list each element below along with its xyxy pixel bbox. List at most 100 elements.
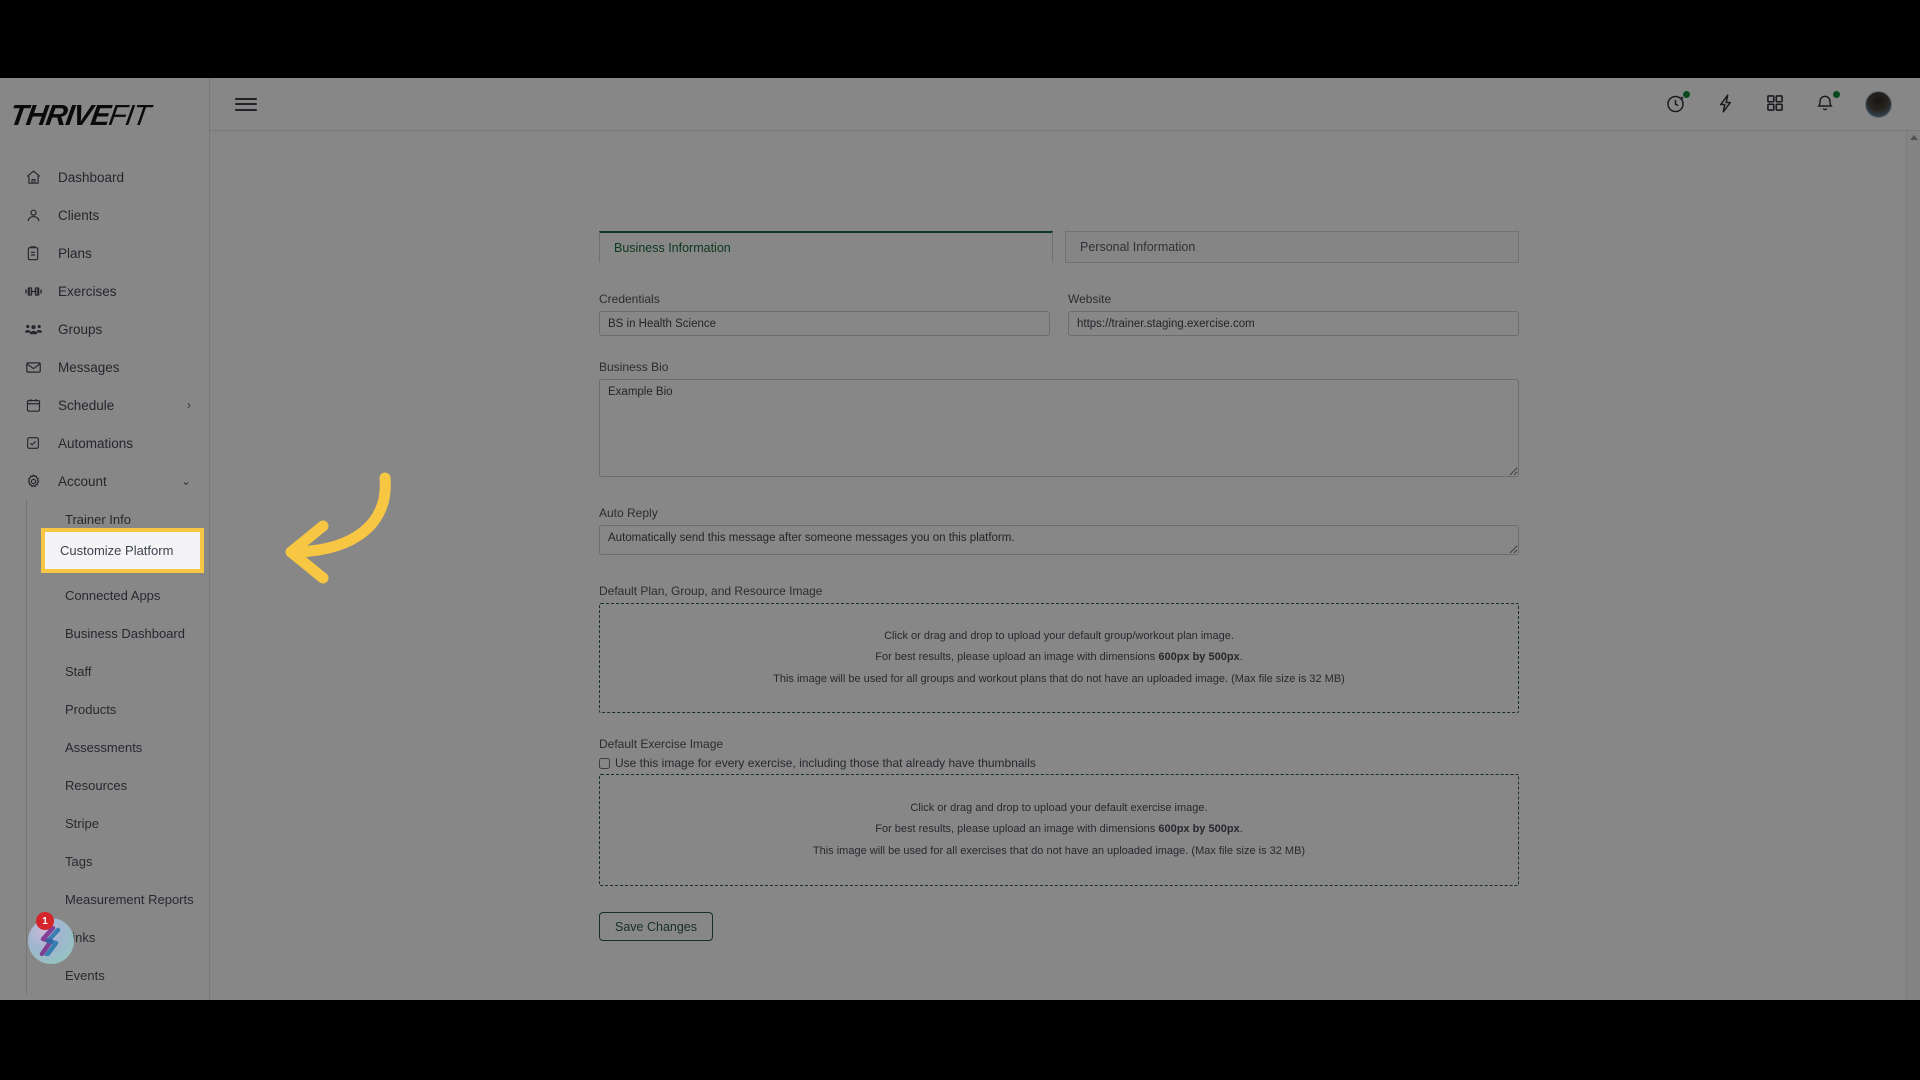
dropzone-line-2-pre: For best results, please upload an image… bbox=[875, 651, 1159, 664]
use-image-every-exercise-label[interactable]: Use this image for every exercise, inclu… bbox=[615, 756, 1036, 770]
website-group: Website bbox=[1068, 292, 1519, 336]
chevron-down-icon: ⌄ bbox=[180, 474, 191, 488]
auto-reply-textarea[interactable] bbox=[599, 525, 1519, 555]
tab-business-information[interactable]: Business Information bbox=[599, 231, 1053, 263]
dropzone-line-2-post: . bbox=[1239, 651, 1243, 664]
use-image-every-exercise-checkbox[interactable] bbox=[599, 758, 610, 769]
save-changes-button[interactable]: Save Changes bbox=[599, 912, 714, 941]
top-bar-actions bbox=[1665, 90, 1920, 118]
brand-logo-bold: THRIVE bbox=[7, 100, 112, 132]
sidebar-subitem-links[interactable]: Links bbox=[63, 918, 209, 956]
sidebar-subitem-assessments[interactable]: Assessments bbox=[63, 728, 209, 766]
credentials-website-row: Credentials Website bbox=[599, 292, 1519, 336]
hamburger-bar bbox=[235, 97, 257, 100]
primary-nav: Dashboard Clients Plans Exercises Groups… bbox=[0, 158, 209, 994]
sidebar-item-groups[interactable]: Groups bbox=[0, 310, 209, 348]
highlighted-sidebar-subitem-customize-platform[interactable]: Customize Platform bbox=[45, 532, 200, 569]
hamburger-icon[interactable] bbox=[235, 94, 257, 114]
dropzone-line-1: Click or drag and drop to upload your de… bbox=[910, 801, 1208, 814]
group-icon bbox=[22, 319, 44, 339]
auto-reply-label: Auto Reply bbox=[599, 506, 658, 520]
screenshot-stage: THRIVEFIT Dashboard Clients Plans Exerci… bbox=[0, 0, 1920, 1080]
sidebar-item-exercises[interactable]: Exercises bbox=[0, 272, 209, 310]
status-dot bbox=[1833, 91, 1840, 98]
dumbbell-icon bbox=[22, 281, 44, 301]
sidebar-item-label: Exercises bbox=[58, 283, 117, 299]
home-icon bbox=[22, 167, 44, 187]
sidebar-subitem-measurement-reports[interactable]: Measurement Reports bbox=[63, 880, 209, 918]
sidebar-item-dashboard[interactable]: Dashboard bbox=[0, 158, 209, 196]
sidebar-subitem-tags[interactable]: Tags bbox=[63, 842, 209, 880]
main-content: Business Information Personal Informatio… bbox=[210, 131, 1920, 1000]
top-bar bbox=[210, 78, 1920, 131]
brand-logo: THRIVEFIT bbox=[7, 100, 209, 133]
notification-bell-icon[interactable] bbox=[1815, 91, 1840, 115]
sidebar-item-label: Messages bbox=[58, 359, 120, 375]
application-window: THRIVEFIT Dashboard Clients Plans Exerci… bbox=[0, 78, 1920, 1000]
sidebar-item-label: Automations bbox=[58, 435, 134, 451]
sidebar-item-label: Dashboard bbox=[58, 169, 125, 185]
dropzone-line-2-pre: For best results, please upload an image… bbox=[875, 823, 1159, 836]
dropzone-line-2-post: . bbox=[1239, 823, 1243, 836]
sidebar-subitem-business-dashboard[interactable]: Business Dashboard bbox=[63, 614, 209, 652]
default-exercise-image-label: Default Exercise Image bbox=[599, 737, 724, 751]
settings-tabs: Business Information Personal Informatio… bbox=[599, 231, 1519, 263]
user-icon bbox=[22, 205, 44, 225]
brand-logo-thin: FIT bbox=[106, 100, 152, 132]
sidebar-item-label: Plans bbox=[58, 245, 92, 261]
sidebar-item-account[interactable]: Account ⌄ bbox=[0, 462, 209, 500]
status-dot bbox=[1683, 91, 1690, 98]
lightning-bolt-icon[interactable] bbox=[1715, 93, 1737, 115]
sidebar-item-messages[interactable]: Messages bbox=[0, 348, 209, 386]
sidebar-item-label: Groups bbox=[58, 321, 103, 337]
default-plan-image-group: Default Plan, Group, and Resource Image … bbox=[599, 584, 1519, 713]
business-bio-group: Business Bio bbox=[599, 360, 1519, 482]
sidebar-subitem-resources[interactable]: Resources bbox=[63, 766, 209, 804]
dropzone-dimensions: 600px by 500px bbox=[1158, 823, 1240, 836]
envelope-icon bbox=[22, 357, 44, 377]
business-bio-textarea[interactable] bbox=[599, 379, 1519, 477]
business-bio-label: Business Bio bbox=[599, 360, 669, 374]
hamburger-bar bbox=[235, 103, 257, 105]
chat-widget-glyph bbox=[39, 926, 61, 956]
calendar-icon bbox=[22, 395, 44, 415]
apps-grid-icon[interactable] bbox=[1765, 93, 1787, 115]
credentials-input[interactable] bbox=[599, 311, 1050, 336]
sidebar-subitem-events[interactable]: Events bbox=[63, 956, 209, 994]
website-input[interactable] bbox=[1068, 311, 1519, 336]
sidebar-item-plans[interactable]: Plans bbox=[0, 234, 209, 272]
dropzone-line-3: This image will be used for all exercise… bbox=[812, 844, 1306, 857]
credentials-group: Credentials bbox=[599, 292, 1050, 336]
default-plan-image-label: Default Plan, Group, and Resource Image bbox=[599, 584, 823, 598]
chat-widget-badge: 1 bbox=[36, 912, 54, 930]
tab-personal-information[interactable]: Personal Information bbox=[1065, 231, 1519, 263]
sidebar-subitem-staff[interactable]: Staff bbox=[63, 652, 209, 690]
dropzone-dimensions: 600px by 500px bbox=[1158, 651, 1240, 664]
default-exercise-image-dropzone[interactable]: Click or drag and drop to upload your de… bbox=[599, 774, 1519, 886]
default-plan-image-dropzone[interactable]: Click or drag and drop to upload your de… bbox=[599, 603, 1519, 713]
vertical-scrollbar[interactable] bbox=[1906, 131, 1920, 1000]
auto-reply-group: Auto Reply bbox=[599, 506, 1519, 560]
sidebar-subitem-stripe[interactable]: Stripe bbox=[63, 804, 209, 842]
sidebar-item-label: Account bbox=[58, 473, 107, 489]
sidebar-item-label: Schedule bbox=[58, 397, 115, 413]
sidebar-subitem-connected-apps[interactable]: Connected Apps bbox=[63, 576, 209, 614]
sidebar-subitem-products[interactable]: Products bbox=[63, 690, 209, 728]
dropzone-line-2: For best results, please upload an image… bbox=[875, 647, 1243, 668]
credentials-label: Credentials bbox=[599, 292, 660, 306]
gear-icon bbox=[22, 471, 44, 491]
highlight-box-customize-platform: Customize Platform bbox=[41, 528, 204, 573]
website-label: Website bbox=[1068, 292, 1112, 306]
scroll-up-arrow-icon[interactable] bbox=[1910, 135, 1918, 140]
sidebar-item-schedule[interactable]: Schedule › bbox=[0, 386, 209, 424]
sidebar-item-clients[interactable]: Clients bbox=[0, 196, 209, 234]
customize-platform-panel: Business Information Personal Informatio… bbox=[599, 231, 1519, 941]
dropzone-line-3: This image will be used for all groups a… bbox=[773, 672, 1345, 685]
default-exercise-image-group: Default Exercise Image Use this image fo… bbox=[599, 737, 1519, 886]
sidebar-item-automations[interactable]: Automations bbox=[0, 424, 209, 462]
clipboard-icon bbox=[22, 243, 44, 263]
checkbox-icon bbox=[22, 433, 44, 453]
activity-timer-icon[interactable] bbox=[1665, 91, 1690, 115]
user-avatar[interactable] bbox=[1865, 90, 1892, 118]
use-image-every-exercise-row: Use this image for every exercise, inclu… bbox=[599, 756, 1519, 770]
